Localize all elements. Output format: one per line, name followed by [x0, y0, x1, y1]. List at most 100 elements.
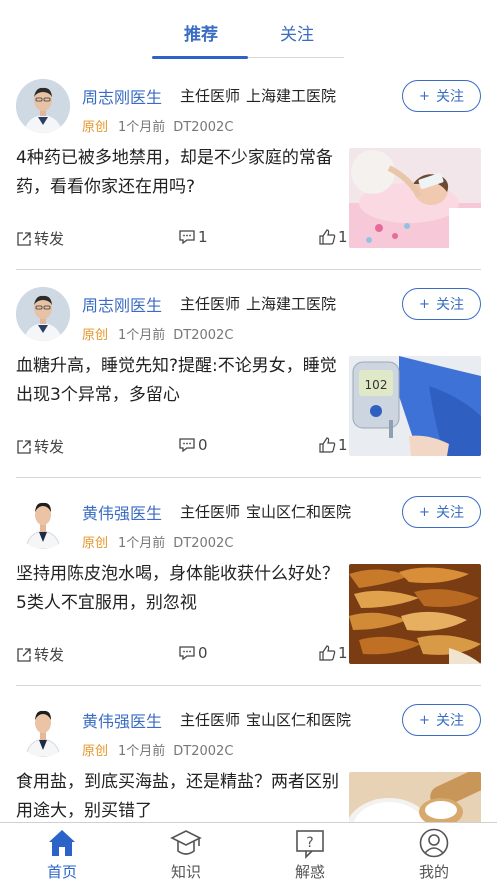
- original-badge: 原创: [82, 328, 109, 343]
- plus-icon: +: [419, 88, 430, 104]
- thumbs-up-icon: [319, 437, 336, 453]
- comment-icon: [179, 230, 195, 245]
- doctor-rank: 主任医师: [180, 87, 241, 105]
- post-thumbnail-salt[interactable]: [349, 772, 481, 822]
- share-action[interactable]: 转发: [16, 644, 64, 665]
- post-time: 1个月前: [118, 744, 166, 759]
- nav-home[interactable]: 首页: [22, 827, 102, 882]
- doctor-hospital: 上海建工医院: [246, 87, 337, 105]
- doctor-avatar[interactable]: [16, 79, 70, 133]
- doctor-title: 主任医师 宝山区仁和医院: [180, 709, 357, 730]
- post-code: DT2002C: [173, 120, 234, 135]
- thumbs-up-icon: [319, 645, 336, 661]
- comment-action[interactable]: 0: [178, 436, 208, 454]
- tab-recommend[interactable]: 推荐: [184, 20, 218, 45]
- post-card[interactable]: 黄伟强医生 主任医师 宝山区仁和医院 原创 1个月前 DT2002C + 关注 坚持用陈…: [0, 480, 497, 688]
- like-action[interactable]: 1: [319, 228, 348, 246]
- like-count: 1: [338, 436, 348, 454]
- share-action[interactable]: 转发: [16, 228, 64, 249]
- share-label: 转发: [34, 438, 65, 456]
- post-meta: 原创 1个月前 DT2002C: [82, 324, 233, 343]
- post-headline[interactable]: 4种药已被多地禁用，却是不少家庭的常备药，看看你家还在用吗?: [16, 144, 342, 202]
- nav-knowledge-label: 知识: [170, 863, 201, 881]
- follow-button[interactable]: + 关注: [402, 496, 481, 528]
- comment-action[interactable]: 0: [178, 644, 208, 662]
- article-feed[interactable]: 周志刚医生 主任医师 上海建工医院 原创 1个月前 DT2002C + 关注 4种药已被…: [0, 64, 497, 822]
- user-profile-icon: [419, 828, 449, 858]
- post-headline[interactable]: 血糖升高，睡觉先知?提醒:不论男女，睡觉出现3个异常，多留心: [16, 352, 342, 410]
- glucose-reading: 102: [365, 378, 388, 392]
- comment-count: 0: [198, 644, 208, 662]
- share-icon: [17, 439, 31, 454]
- doctor-hospital: 宝山区仁和医院: [246, 503, 352, 521]
- post-meta: 原创 1个月前 DT2002C: [82, 116, 233, 135]
- comment-count: 1: [198, 228, 208, 246]
- plus-icon: +: [419, 504, 430, 520]
- nav-mine[interactable]: 我的: [394, 827, 474, 882]
- doctor-hospital: 宝山区仁和医院: [246, 711, 352, 729]
- post-headline[interactable]: 食用盐，到底买海盐，还是精盐？两者区别用途大，别买错了: [16, 768, 342, 822]
- doctor-title: 主任医师 宝山区仁和医院: [180, 501, 357, 522]
- doctor-name[interactable]: 黄伟强医生: [82, 708, 162, 732]
- home-icon: [49, 830, 75, 856]
- doctor-name[interactable]: 黄伟强医生: [82, 500, 162, 524]
- post-meta: 原创 1个月前 DT2002C: [82, 532, 233, 551]
- post-card[interactable]: 周志刚医生 主任医师 上海建工医院 原创 1个月前 DT2002C + 关注 血糖升高，…: [0, 272, 497, 480]
- original-badge: 原创: [82, 744, 109, 759]
- doctor-avatar[interactable]: [16, 703, 70, 757]
- tab-divider: [248, 57, 344, 58]
- question-chat-icon: ?: [296, 830, 324, 859]
- post-code: DT2002C: [173, 328, 234, 343]
- post-time: 1个月前: [118, 120, 166, 135]
- doctor-avatar[interactable]: [16, 287, 70, 341]
- plus-icon: +: [419, 296, 430, 312]
- follow-button[interactable]: + 关注: [402, 80, 481, 112]
- share-icon: [17, 231, 31, 246]
- nav-mine-label: 我的: [418, 863, 449, 881]
- top-tab-bar: 推荐 关注: [0, 0, 497, 62]
- post-time: 1个月前: [118, 536, 166, 551]
- nav-home-label: 首页: [46, 863, 77, 881]
- comment-action[interactable]: 1: [178, 228, 208, 246]
- follow-button-label: 关注: [435, 505, 464, 521]
- post-meta: 原创 1个月前 DT2002C: [82, 740, 233, 759]
- follow-button[interactable]: + 关注: [402, 288, 481, 320]
- original-badge: 原创: [82, 536, 109, 551]
- nav-knowledge[interactable]: 知识: [146, 827, 226, 882]
- svg-text:?: ?: [306, 835, 313, 851]
- post-thumbnail-glucose-meter[interactable]: 102: [349, 356, 481, 456]
- comment-icon: [179, 646, 195, 661]
- post-code: DT2002C: [173, 744, 234, 759]
- post-thumbnail-dried-peel[interactable]: [349, 564, 481, 664]
- doctor-hospital: 上海建工医院: [246, 295, 337, 313]
- post-card[interactable]: 黄伟强医生 主任医师 宝山区仁和医院 原创 1个月前 DT2002C + 关注 食用盐，…: [0, 688, 497, 822]
- doctor-avatar[interactable]: [16, 495, 70, 549]
- doctor-title: 主任医师 上海建工医院: [180, 85, 342, 106]
- post-headline[interactable]: 坚持用陈皮泡水喝，身体能收获什么好处？5类人不宜服用，别忽视: [16, 560, 342, 618]
- share-icon: [17, 647, 31, 662]
- like-action[interactable]: 1: [319, 436, 348, 454]
- post-thumbnail-sick-child[interactable]: [349, 148, 481, 248]
- like-count: 1: [338, 228, 348, 246]
- doctor-name[interactable]: 周志刚医生: [82, 292, 162, 316]
- active-tab-indicator: [152, 56, 248, 59]
- follow-button[interactable]: + 关注: [402, 704, 481, 736]
- doctor-rank: 主任医师: [180, 711, 241, 729]
- doctor-title: 主任医师 上海建工医院: [180, 293, 342, 314]
- post-code: DT2002C: [173, 536, 234, 551]
- post-time: 1个月前: [118, 328, 166, 343]
- follow-button-label: 关注: [435, 297, 464, 313]
- divider: [16, 269, 481, 270]
- tab-follow[interactable]: 关注: [280, 20, 314, 45]
- follow-button-label: 关注: [435, 89, 464, 105]
- post-card[interactable]: 周志刚医生 主任医师 上海建工医院 原创 1个月前 DT2002C + 关注 4种药已被…: [0, 64, 497, 272]
- bottom-navigation: 首页 知识 ? 解惑 我的: [0, 822, 497, 883]
- like-action[interactable]: 1: [319, 644, 348, 662]
- nav-ask[interactable]: ? 解惑: [270, 827, 350, 882]
- follow-button-label: 关注: [435, 713, 464, 729]
- share-label: 转发: [34, 230, 65, 248]
- doctor-name[interactable]: 周志刚医生: [82, 84, 162, 108]
- divider: [16, 477, 481, 478]
- share-action[interactable]: 转发: [16, 436, 64, 457]
- divider: [16, 685, 481, 686]
